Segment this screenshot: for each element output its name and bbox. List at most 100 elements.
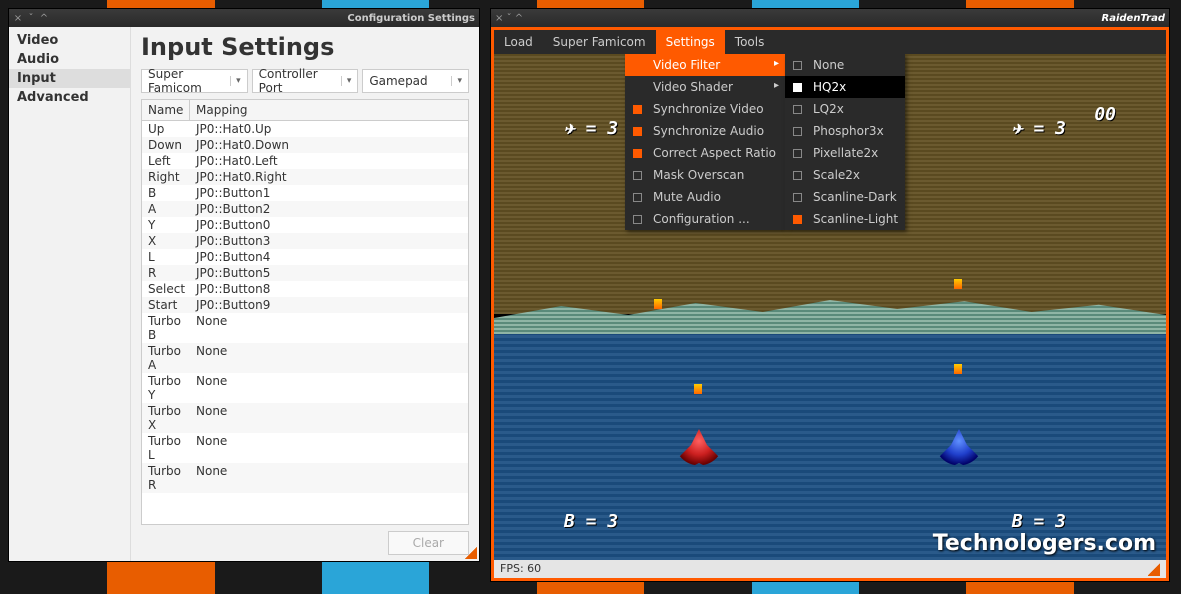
table-body: UpJP0::Hat0.UpDownJP0::Hat0.DownLeftJP0:…	[142, 121, 468, 493]
filter-item-hq2x[interactable]: HQ2x	[785, 76, 905, 98]
mapping-value: None	[190, 343, 468, 373]
menu-item-label: Correct Aspect Ratio	[653, 146, 776, 160]
mapping-value: JP0::Button5	[190, 265, 468, 281]
filter-label: Scanline-Light	[813, 212, 898, 226]
menu-item-mask-overscan[interactable]: Mask Overscan	[625, 164, 785, 186]
table-row[interactable]: BJP0::Button1	[142, 185, 468, 201]
mapping-name: Start	[142, 297, 190, 313]
hud-p1-bombs: B = 3	[564, 511, 618, 532]
filter-item-scanline-dark[interactable]: Scanline-Dark	[785, 186, 905, 208]
table-row[interactable]: Turbo RNone	[142, 463, 468, 493]
chevron-right-icon: ▸	[774, 80, 779, 91]
table-row[interactable]: Turbo YNone	[142, 373, 468, 403]
table-row[interactable]: SelectJP0::Button8	[142, 281, 468, 297]
filter-item-lq2x[interactable]: LQ2x	[785, 98, 905, 120]
filter-item-scale2x[interactable]: Scale2x	[785, 164, 905, 186]
status-bar: FPS: 60	[494, 560, 1166, 578]
table-row[interactable]: AJP0::Button2	[142, 201, 468, 217]
checkbox-icon	[793, 171, 802, 180]
mapping-name: Turbo A	[142, 343, 190, 373]
sidebar-item-advanced[interactable]: Advanced	[9, 88, 130, 107]
table-row[interactable]: XJP0::Button3	[142, 233, 468, 249]
menu-load[interactable]: Load	[494, 30, 543, 54]
filter-item-none[interactable]: None	[785, 54, 905, 76]
mapping-name: Turbo Y	[142, 373, 190, 403]
mapping-name: Turbo X	[142, 403, 190, 433]
col-name[interactable]: Name	[142, 100, 190, 120]
table-row[interactable]: Turbo LNone	[142, 433, 468, 463]
bullet-icon	[954, 364, 962, 374]
selector-1[interactable]: Controller Port▾	[252, 69, 359, 93]
emu-menubar: LoadSuper FamicomSettingsTools	[494, 30, 1166, 54]
menu-item-synchronize-audio[interactable]: Synchronize Audio	[625, 120, 785, 142]
selector-0[interactable]: Super Famicom▾	[141, 69, 248, 93]
resize-grip-icon[interactable]	[465, 547, 477, 559]
mapping-value: None	[190, 463, 468, 493]
resize-grip-icon[interactable]	[1148, 562, 1160, 576]
bullet-icon	[954, 279, 962, 289]
page-title: Input Settings	[141, 33, 469, 61]
checkbox-icon	[633, 193, 642, 202]
emu-titlebar[interactable]: × ˇ ^ RaidenTrad	[491, 9, 1169, 27]
sidebar-item-video[interactable]: Video	[9, 31, 130, 50]
menu-item-label: Synchronize Video	[653, 102, 764, 116]
selector-2[interactable]: Gamepad ▾	[362, 69, 469, 93]
close-icon[interactable]: ×	[495, 13, 503, 24]
menu-tools[interactable]: Tools	[725, 30, 775, 54]
menu-super-famicom[interactable]: Super Famicom	[543, 30, 656, 54]
mapping-name: Turbo L	[142, 433, 190, 463]
game-viewport[interactable]: ✈ = 3 ✈ = 3 00 B = 3 B = 3 Technologers.…	[494, 54, 1166, 560]
minimize-icon[interactable]: ˇ	[507, 13, 512, 24]
clear-button[interactable]: Clear	[388, 531, 469, 555]
table-row[interactable]: StartJP0::Button9	[142, 297, 468, 313]
chevron-down-icon: ▾	[230, 76, 241, 86]
sidebar-item-input[interactable]: Input	[9, 69, 130, 88]
table-row[interactable]: RightJP0::Hat0.Right	[142, 169, 468, 185]
sidebar-item-audio[interactable]: Audio	[9, 50, 130, 69]
menu-item-video-filter[interactable]: Video Filter▸	[625, 54, 785, 76]
hud-p2-lives: ✈ = 3	[1012, 118, 1066, 139]
col-mapping[interactable]: Mapping	[190, 100, 468, 120]
selector-label: Gamepad	[369, 74, 427, 88]
menu-item-correct-aspect-ratio[interactable]: Correct Aspect Ratio	[625, 142, 785, 164]
table-row[interactable]: RJP0::Button5	[142, 265, 468, 281]
table-row[interactable]: UpJP0::Hat0.Up	[142, 121, 468, 137]
mapping-value: JP0::Button2	[190, 201, 468, 217]
checkbox-icon	[633, 215, 642, 224]
table-row[interactable]: Turbo XNone	[142, 403, 468, 433]
filter-label: LQ2x	[813, 102, 844, 116]
config-titlebar[interactable]: × ˇ ^ Configuration Settings	[9, 9, 479, 27]
table-row[interactable]: LJP0::Button4	[142, 249, 468, 265]
maximize-icon[interactable]: ^	[39, 13, 49, 24]
mapping-name: Up	[142, 121, 190, 137]
mapping-value: None	[190, 403, 468, 433]
filter-item-phosphor3x[interactable]: Phosphor3x	[785, 120, 905, 142]
table-row[interactable]: Turbo BNone	[142, 313, 468, 343]
bullet-icon	[694, 384, 702, 394]
checkbox-icon	[633, 171, 642, 180]
mapping-name: A	[142, 201, 190, 217]
mapping-value: None	[190, 433, 468, 463]
chevron-down-icon: ▾	[341, 76, 352, 86]
filter-item-pixellate2x[interactable]: Pixellate2x	[785, 142, 905, 164]
mapping-value: JP0::Hat0.Down	[190, 137, 468, 153]
mapping-table[interactable]: Name Mapping UpJP0::Hat0.UpDownJP0::Hat0…	[141, 99, 469, 525]
maximize-icon[interactable]: ^	[515, 13, 523, 24]
menu-settings[interactable]: Settings	[656, 30, 725, 54]
mapping-name: B	[142, 185, 190, 201]
menu-item-synchronize-video[interactable]: Synchronize Video	[625, 98, 785, 120]
table-row[interactable]: Turbo ANone	[142, 343, 468, 373]
table-row[interactable]: DownJP0::Hat0.Down	[142, 137, 468, 153]
menu-item-configuration-[interactable]: Configuration ...	[625, 208, 785, 230]
configuration-window: × ˇ ^ Configuration Settings VideoAudioI…	[8, 8, 480, 562]
menu-item-mute-audio[interactable]: Mute Audio	[625, 186, 785, 208]
close-icon[interactable]: ×	[13, 13, 23, 24]
emu-title: RaidenTrad	[1102, 13, 1166, 24]
mapping-name: R	[142, 265, 190, 281]
menu-item-video-shader[interactable]: Video Shader▸	[625, 76, 785, 98]
table-row[interactable]: YJP0::Button0	[142, 217, 468, 233]
filter-item-scanline-light[interactable]: Scanline-Light	[785, 208, 905, 230]
table-row[interactable]: LeftJP0::Hat0.Left	[142, 153, 468, 169]
minimize-icon[interactable]: ˇ	[26, 13, 36, 24]
chevron-down-icon: ▾	[451, 76, 462, 86]
